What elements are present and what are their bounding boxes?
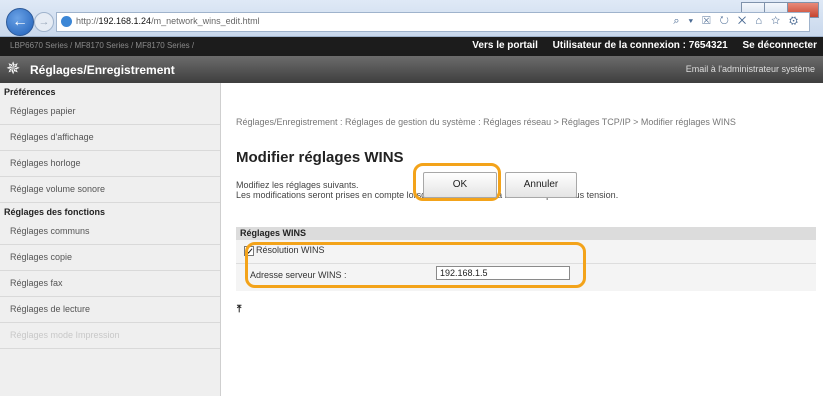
sidebar: Préférences Réglages papier Réglages d'a… (0, 83, 221, 396)
scroll-to-top-icon[interactable]: ⤒ (237, 304, 241, 315)
sidebar-item-fax[interactable]: Réglages fax (0, 271, 220, 297)
app-header: ✵ Réglages/Enregistrement Email à l'admi… (0, 56, 823, 83)
sidebar-item-scan[interactable]: Réglages de lecture (0, 297, 220, 323)
sidebar-item-common[interactable]: Réglages communs (0, 219, 220, 245)
email-admin-link[interactable]: Email à l'administrateur système (686, 64, 815, 74)
ok-button[interactable]: OK (423, 172, 497, 198)
back-button[interactable]: ← (6, 8, 34, 36)
logout-link[interactable]: Se déconnecter (743, 40, 817, 51)
login-user-label: Utilisateur de la connexion : 7654321 (552, 40, 728, 51)
address-bar[interactable]: http://192.168.1.24/m_network_wins_edit.… (56, 12, 810, 32)
portal-link[interactable]: Vers le portail (472, 40, 538, 51)
sidebar-item-clock[interactable]: Réglages horloge (0, 151, 220, 177)
browser-titlebar: ← → http://192.168.1.24/m_network_wins_e… (0, 0, 823, 37)
browser-tool-icons[interactable]: ⌕ ▾ ☒ ↻ ✕ ⌂ ☆ ⚙ (673, 15, 801, 28)
arrow-left-icon: ← (12, 13, 28, 30)
sidebar-item-print-mode[interactable]: Réglages mode Impression (0, 323, 220, 349)
ie-icon (61, 16, 72, 27)
device-info: LBP6670 Series / MF8170 Series / MF8170 … (10, 41, 195, 50)
page-title: Modifier réglages WINS (236, 149, 404, 166)
breadcrumb: Réglages/Enregistrement : Réglages de ge… (236, 117, 736, 127)
forward-button[interactable]: → (34, 12, 54, 32)
url-prefix: http:// (76, 16, 99, 26)
remote-ui-topbar: LBP6670 Series / MF8170 Series / MF8170 … (0, 37, 823, 56)
sidebar-item-copy[interactable]: Réglages copie (0, 245, 220, 271)
app-title: Réglages/Enregistrement (30, 63, 175, 77)
sidebar-section-functions: Réglages des fonctions (4, 207, 106, 217)
topbar-links: Vers le portail Utilisateur de la connex… (460, 40, 817, 51)
wins-section-title: Réglages WINS (236, 227, 816, 240)
url-text[interactable]: http://192.168.1.24/m_network_wins_edit.… (76, 16, 260, 26)
sidebar-item-volume[interactable]: Réglage volume sonore (0, 177, 220, 203)
sidebar-item-paper[interactable]: Réglages papier (0, 99, 220, 125)
wins-highlight-callout (245, 242, 586, 288)
settings-gear-icon: ✵ (6, 59, 21, 78)
url-host: 192.168.1.24 (98, 16, 152, 26)
arrow-right-icon: → (38, 16, 50, 28)
sidebar-section-preferences: Préférences (4, 87, 56, 97)
sidebar-item-display[interactable]: Réglages d'affichage (0, 125, 220, 151)
url-path: /m_network_wins_edit.html (151, 16, 260, 26)
cancel-button[interactable]: Annuler (505, 172, 577, 198)
